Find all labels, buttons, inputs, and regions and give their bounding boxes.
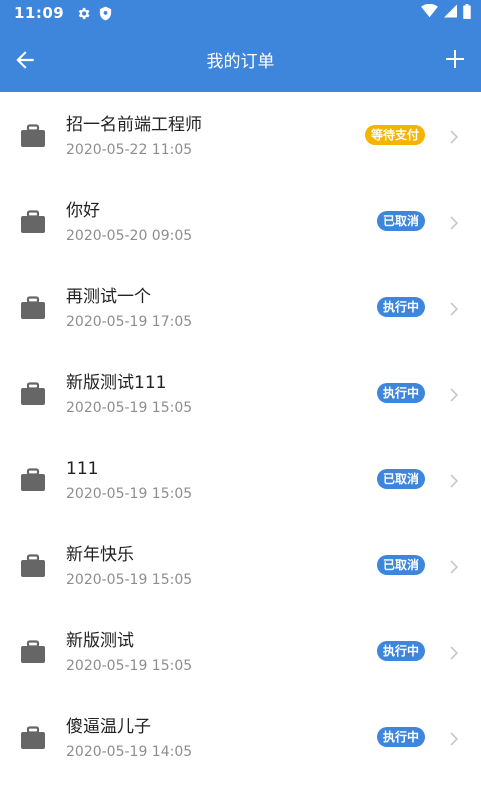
order-date: 2020-05-19 15:05 [66, 658, 193, 674]
chevron-right-icon [449, 215, 459, 230]
order-list-item[interactable]: 傻逼温儿子 2020-05-19 14:05 执行中 [0, 694, 481, 780]
page-title: 我的订单 [206, 51, 275, 72]
order-name: 招一名前端工程师 [66, 115, 202, 135]
order-name: 你好 [66, 201, 100, 221]
back-arrow-icon[interactable] [12, 47, 38, 73]
briefcase-icon [20, 468, 46, 492]
order-list-item[interactable]: 新版测试111 2020-05-19 15:05 执行中 [0, 350, 481, 436]
order-date: 2020-05-19 15:05 [66, 400, 193, 416]
briefcase-icon [20, 382, 46, 406]
app-bar: 我的订单 [0, 26, 481, 92]
order-list: 招一名前端工程师 2020-05-22 11:05 等待支付你好 2020-05-20… [0, 92, 481, 780]
chevron-right-icon [449, 129, 459, 144]
order-text: 你好 2020-05-20 09:05 [66, 200, 192, 245]
status-badge: 执行中 [376, 297, 425, 317]
chevron-right-icon [449, 301, 459, 316]
status-badge: 已取消 [376, 555, 425, 575]
status-badge: 执行中 [376, 641, 425, 661]
chevron-right-icon [449, 473, 459, 488]
order-date: 2020-05-19 17:05 [66, 314, 193, 330]
briefcase-icon [20, 726, 46, 750]
chevron-right-icon [449, 387, 459, 402]
battery-icon [463, 3, 471, 23]
briefcase-icon [20, 640, 46, 664]
chevron-right-icon [449, 559, 459, 574]
order-name: 新版测试111 [66, 373, 167, 393]
briefcase-icon [20, 296, 46, 320]
status-time: 11:09 [14, 4, 65, 22]
chevron-right-icon [449, 645, 459, 660]
settings-gear-icon [76, 6, 91, 21]
briefcase-icon [20, 210, 46, 234]
status-badge: 等待支付 [364, 125, 425, 145]
add-plus-icon[interactable] [443, 47, 467, 71]
order-date: 2020-05-19 15:05 [66, 486, 193, 502]
order-date: 2020-05-22 11:05 [66, 142, 193, 158]
status-badge: 执行中 [376, 727, 425, 747]
shield-icon [99, 6, 112, 21]
order-text: 傻逼温儿子 2020-05-19 14:05 [66, 716, 192, 761]
order-list-item[interactable]: 新版测试 2020-05-19 15:05 执行中 [0, 608, 481, 694]
order-name: 新版测试 [66, 631, 134, 651]
chevron-right-icon [449, 731, 459, 746]
status-badge: 已取消 [376, 469, 425, 489]
signal-icon [444, 4, 457, 22]
order-date: 2020-05-20 09:05 [66, 228, 193, 244]
order-date: 2020-05-19 14:05 [66, 744, 193, 760]
status-bar: 11:09 [0, 0, 481, 26]
status-badge: 已取消 [376, 211, 425, 231]
wifi-icon [421, 3, 438, 22]
order-text: 新版测试111 2020-05-19 15:05 [66, 372, 192, 417]
order-text: 再测试一个 2020-05-19 17:05 [66, 286, 192, 331]
order-name: 111 [66, 459, 99, 479]
briefcase-icon [20, 554, 46, 578]
status-badge: 执行中 [376, 383, 425, 403]
order-text: 招一名前端工程师 2020-05-22 11:05 [66, 114, 202, 159]
order-text: 新版测试 2020-05-19 15:05 [66, 630, 192, 675]
order-date: 2020-05-19 15:05 [66, 572, 193, 588]
order-list-item[interactable]: 你好 2020-05-20 09:05 已取消 [0, 178, 481, 264]
order-list-item[interactable]: 再测试一个 2020-05-19 17:05 执行中 [0, 264, 481, 350]
order-list-item[interactable]: 新年快乐 2020-05-19 15:05 已取消 [0, 522, 481, 608]
order-name: 再测试一个 [66, 287, 151, 307]
order-name: 傻逼温儿子 [66, 717, 151, 737]
order-name: 新年快乐 [66, 545, 134, 565]
briefcase-icon [20, 124, 46, 148]
order-text: 111 2020-05-19 15:05 [66, 458, 192, 503]
order-text: 新年快乐 2020-05-19 15:05 [66, 544, 192, 589]
order-list-item[interactable]: 招一名前端工程师 2020-05-22 11:05 等待支付 [0, 92, 481, 178]
order-list-item[interactable]: 111 2020-05-19 15:05 已取消 [0, 436, 481, 522]
